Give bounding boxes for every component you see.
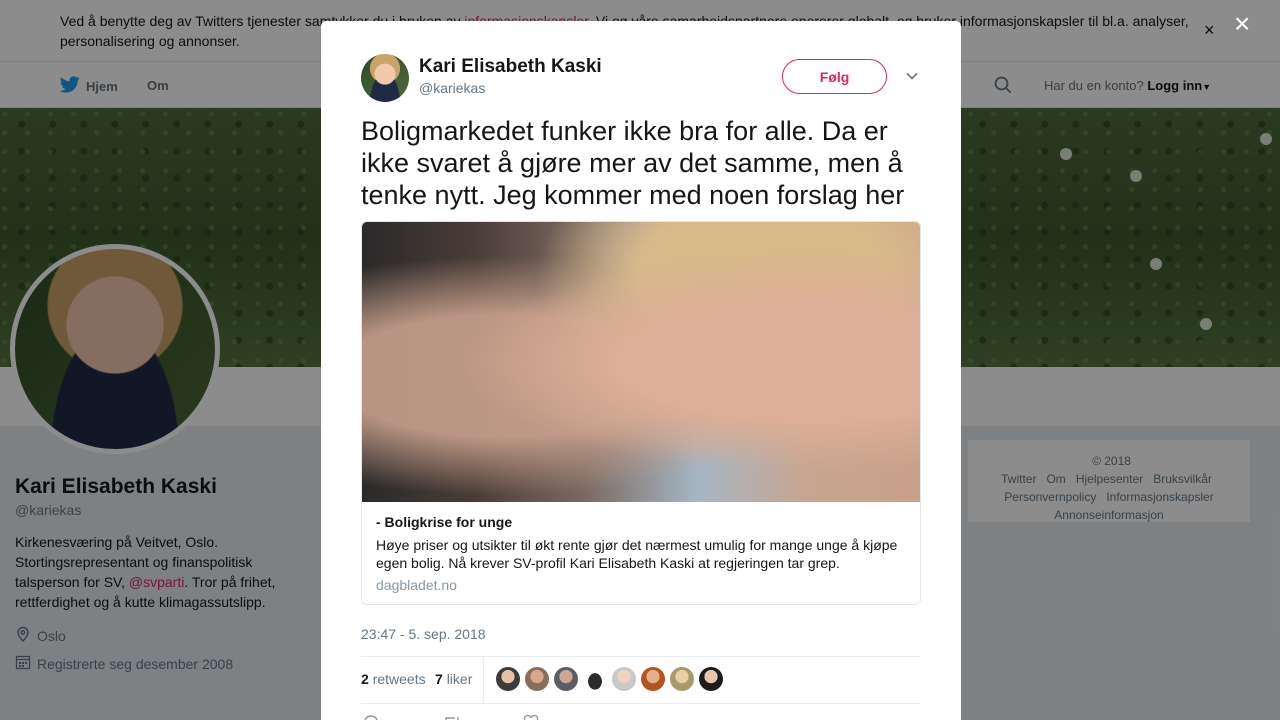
liker-avatar[interactable] (496, 667, 520, 691)
tweet-actions (361, 711, 921, 720)
author-handle[interactable]: @kariekas (419, 80, 485, 96)
tweet-stats: 2 retweets 7 liker (361, 656, 921, 704)
author-avatar[interactable] (361, 54, 409, 102)
likes-label: liker (446, 671, 473, 687)
retweets-label: retweets (372, 671, 426, 687)
liker-avatar[interactable] (699, 667, 723, 691)
tweet-modal: Kari Elisabeth Kaski @kariekas Følg Boli… (321, 21, 961, 720)
liker-avatar[interactable] (612, 667, 636, 691)
author-name[interactable]: Kari Elisabeth Kaski (419, 56, 602, 78)
liker-avatar[interactable] (583, 667, 607, 691)
card-description: Høye priser og utsikter til økt rente gj… (376, 537, 898, 571)
retweet-icon[interactable] (443, 715, 461, 720)
liker-avatars (496, 667, 723, 691)
follow-button[interactable]: Følg (782, 59, 887, 94)
liker-avatar[interactable] (525, 667, 549, 691)
retweets-stat[interactable]: 2 retweets (361, 671, 426, 687)
tweet-timestamp[interactable]: 23:47 - 5. sep. 2018 (361, 626, 486, 642)
tweet-text: Boligmarkedet funker ikke bra for alle. … (361, 116, 905, 210)
likes-count: 7 (435, 671, 443, 687)
reply-icon[interactable] (363, 715, 379, 720)
link-card[interactable]: - Boligkrise for unge Høye priser og uts… (361, 221, 921, 605)
likes-stat[interactable]: 7 liker (435, 671, 472, 687)
like-icon[interactable] (523, 714, 539, 720)
modal-close-icon[interactable]: × (1234, 10, 1250, 38)
card-title: - Boligkrise for unge (376, 514, 513, 530)
card-domain: dagbladet.no (376, 577, 457, 593)
stats-divider (483, 657, 484, 703)
liker-avatar[interactable] (641, 667, 665, 691)
retweets-count: 2 (361, 671, 369, 687)
card-image (362, 222, 920, 502)
chevron-down-icon[interactable] (905, 69, 919, 83)
liker-avatar[interactable] (670, 667, 694, 691)
liker-avatar[interactable] (554, 667, 578, 691)
